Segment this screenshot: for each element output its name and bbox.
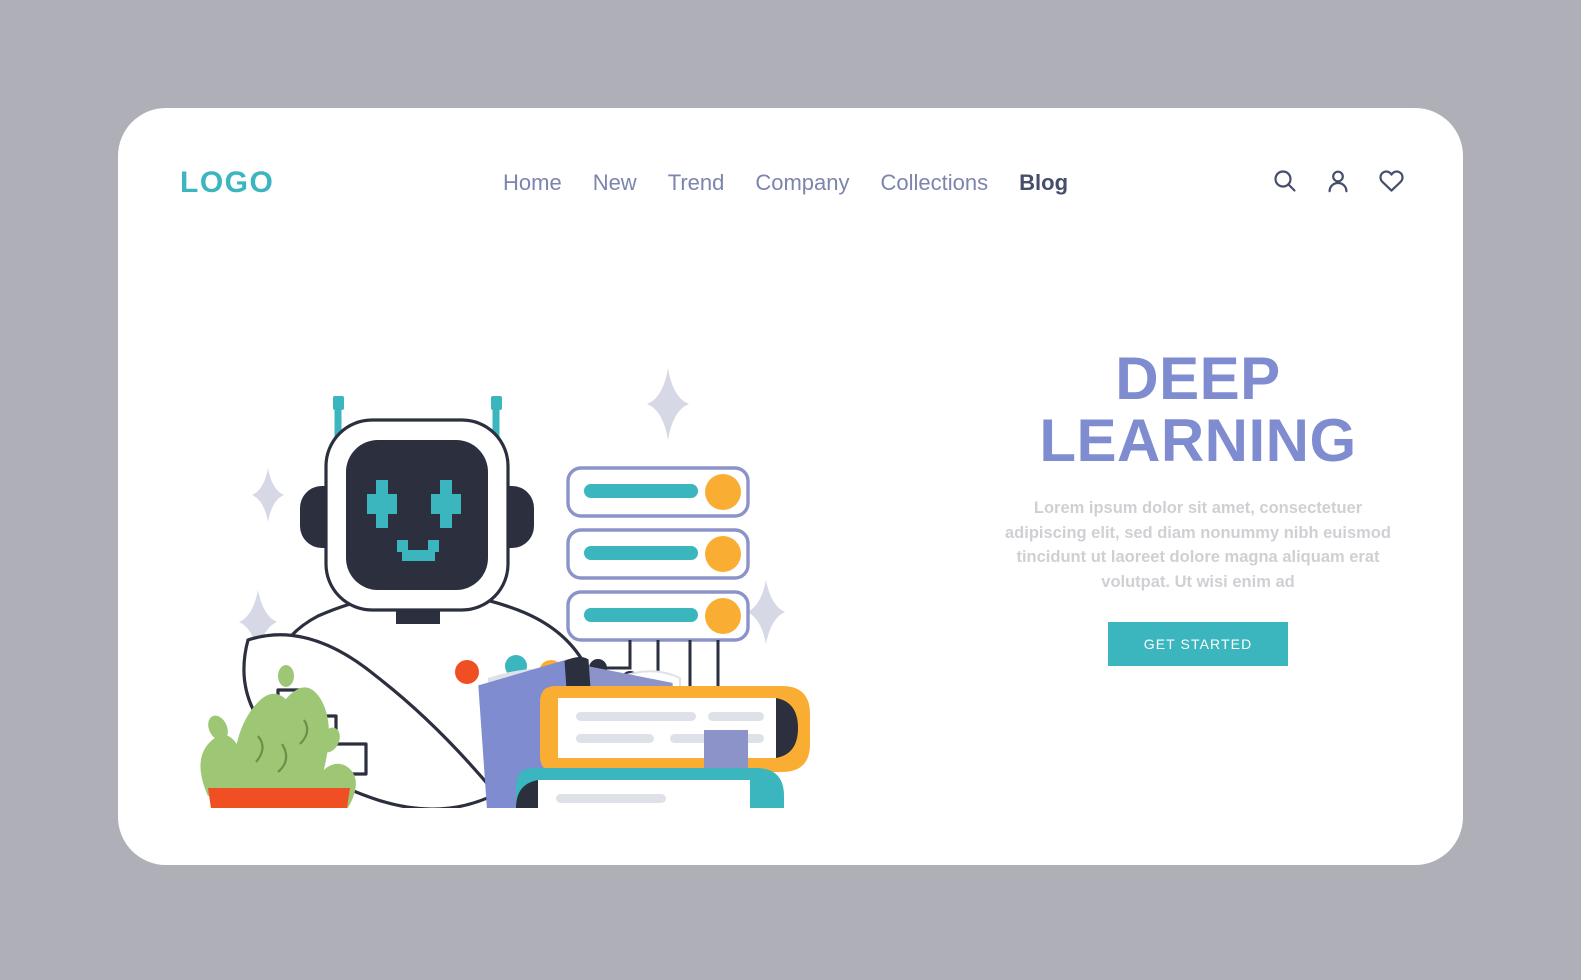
- page-title-line-1: DEEP: [1115, 345, 1281, 412]
- nav-item-collections[interactable]: Collections: [881, 168, 989, 198]
- robot-head: [324, 418, 510, 612]
- robot-face-screen: [346, 440, 488, 590]
- site-header: LOGO Home New Trend Company Collections …: [118, 108, 1463, 268]
- page-title: DEEP LEARNING: [998, 348, 1398, 472]
- nav-item-company[interactable]: Company: [755, 168, 849, 198]
- nav-item-home[interactable]: Home: [503, 168, 562, 198]
- header-icon-group: [1272, 168, 1405, 194]
- screenshot-root: LOGO Home New Trend Company Collections …: [0, 0, 1581, 980]
- plant-pot: [208, 788, 350, 808]
- book-stack: [516, 686, 810, 808]
- logo[interactable]: LOGO: [180, 166, 274, 200]
- nav-item-new[interactable]: New: [593, 168, 637, 198]
- server-rack-item: [566, 528, 750, 580]
- server-rack-item: [566, 466, 750, 518]
- page-card: LOGO Home New Trend Company Collections …: [118, 108, 1463, 865]
- book-item-teal: [516, 768, 784, 808]
- nav-item-trend[interactable]: Trend: [668, 168, 725, 198]
- hero-illustration: [200, 368, 810, 808]
- antenna-tip-left: [333, 396, 344, 410]
- sparkle-icon: [747, 580, 785, 644]
- server-rack-item: [566, 590, 750, 642]
- sparkle-icon: [647, 368, 689, 440]
- heart-icon[interactable]: [1378, 168, 1405, 194]
- hero-paragraph: Lorem ipsum dolor sit amet, consectetuer…: [1005, 499, 1391, 591]
- sparkle-icon: [252, 468, 284, 522]
- user-icon[interactable]: [1325, 168, 1351, 194]
- search-icon[interactable]: [1272, 168, 1298, 194]
- main-navigation: Home New Trend Company Collections Blog: [503, 166, 1068, 200]
- floating-dot: [455, 660, 479, 684]
- server-rack-group: [566, 466, 750, 642]
- hero-text-block: DEEP LEARNING Lorem ipsum dolor sit amet…: [998, 348, 1398, 666]
- nav-item-blog[interactable]: Blog: [1019, 168, 1068, 198]
- page-title-line-2: LEARNING: [1039, 407, 1357, 474]
- antenna-tip-right: [491, 396, 502, 410]
- get-started-button[interactable]: GET STARTED: [1107, 622, 1289, 666]
